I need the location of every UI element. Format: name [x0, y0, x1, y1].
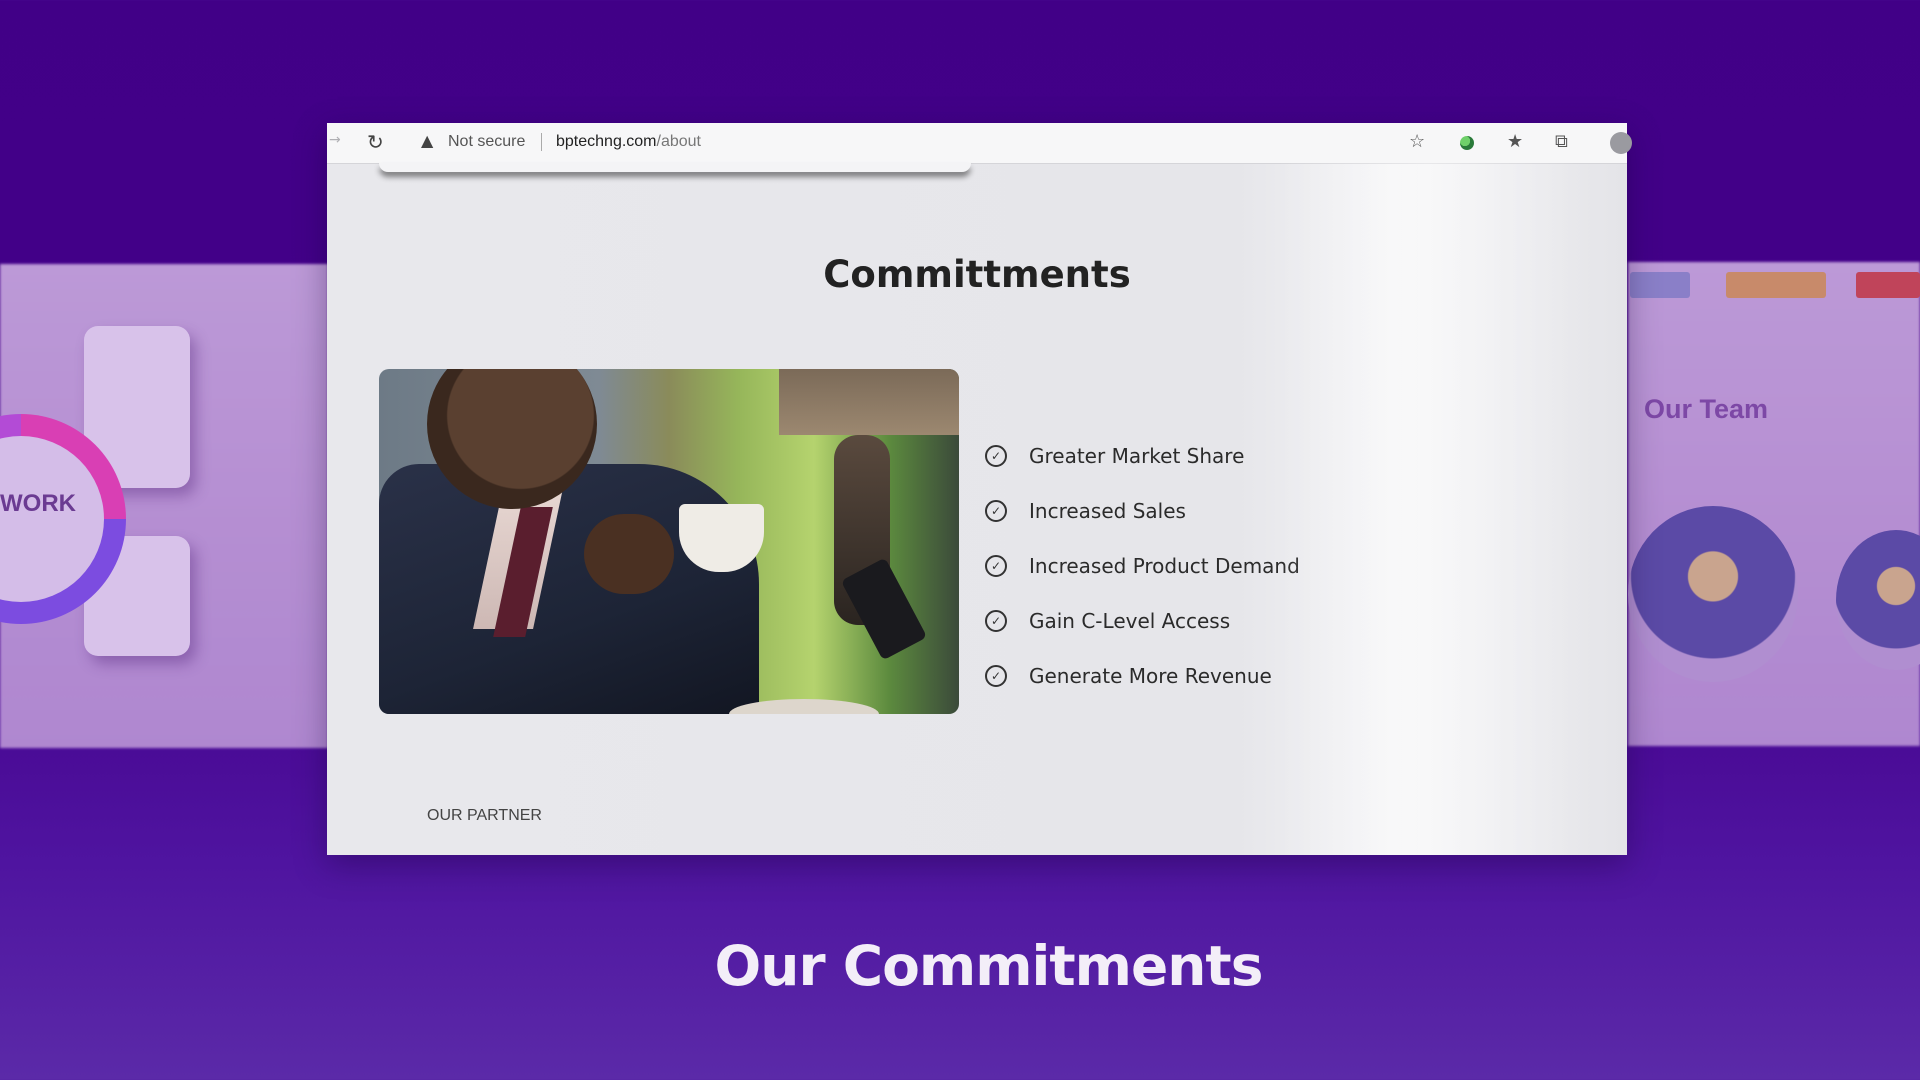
background-team-avatar [1628, 506, 1798, 682]
check-circle-icon: ✓ [985, 609, 1007, 632]
check-circle-icon: ✓ [985, 554, 1007, 577]
list-item: ✓ Generate More Revenue [985, 648, 1300, 703]
browser-toolbar: → ↻ ▲ Not secure bptechng.com/about ☆ ★ … [327, 123, 1632, 164]
businessman-coffee-photo [379, 369, 959, 714]
commitment-label: Gain C-Level Access [1029, 608, 1231, 633]
check-circle-icon: ✓ [985, 664, 1007, 687]
navbar-dropdown-edge [379, 163, 971, 172]
background-partner-logo [1630, 272, 1690, 298]
reload-icon[interactable]: ↻ [367, 130, 384, 154]
commitment-label: Increased Product Demand [1029, 553, 1300, 578]
address-bar[interactable]: bptechng.com/about [556, 133, 701, 151]
extension-icon[interactable] [1460, 136, 1474, 150]
background-right-slide [1628, 262, 1920, 746]
check-circle-icon: ✓ [985, 444, 1007, 467]
favorite-star-icon[interactable]: ☆ [1409, 131, 1425, 152]
back-arrow-icon[interactable]: → [329, 132, 341, 148]
check-circle-icon: ✓ [985, 499, 1007, 522]
background-partner-logo [1726, 272, 1826, 298]
video-caption: Our Commitments [714, 934, 1264, 998]
list-item: ✓ Greater Market Share [985, 428, 1300, 483]
url-domain: bptechng.com [556, 133, 657, 150]
browser-window: → ↻ ▲ Not secure bptechng.com/about ☆ ★ … [327, 123, 1632, 855]
favorites-list-icon[interactable]: ★ [1507, 131, 1523, 152]
background-team-title: Our Team [1644, 394, 1769, 424]
address-separator [541, 133, 542, 151]
commitment-label: Increased Sales [1029, 498, 1186, 523]
security-status[interactable]: Not secure [448, 133, 525, 151]
collections-icon[interactable]: ⧉ [1555, 131, 1568, 152]
profile-avatar-icon[interactable] [1610, 132, 1632, 154]
url-path: /about [656, 133, 701, 150]
list-item: ✓ Increased Product Demand [985, 538, 1300, 593]
list-item: ✓ Increased Sales [985, 483, 1300, 538]
page-heading: Committments [823, 253, 1131, 296]
background-work-label: WORK [0, 490, 76, 517]
commitment-label: Generate More Revenue [1029, 663, 1272, 688]
commitment-label: Greater Market Share [1029, 443, 1245, 468]
commitments-list: ✓ Greater Market Share ✓ Increased Sales ✓… [985, 428, 1300, 703]
background-partner-logo [1856, 272, 1920, 298]
warning-icon: ▲ [421, 131, 434, 150]
list-item: ✓ Gain C-Level Access [985, 593, 1300, 648]
partner-section-label: OUR PARTNER [427, 807, 542, 824]
